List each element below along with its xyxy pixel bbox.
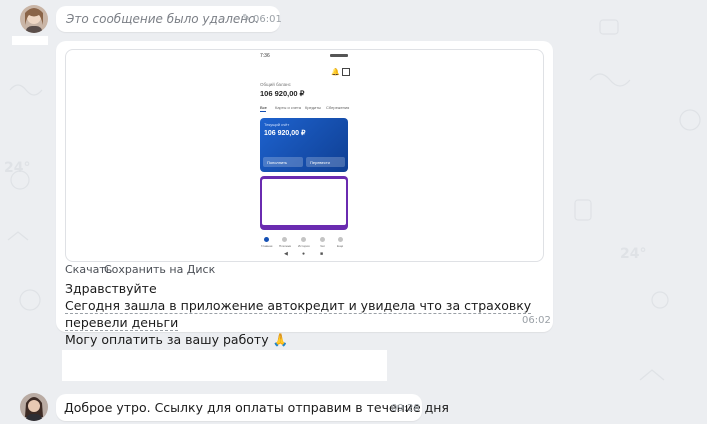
phone-status-icons [330, 54, 348, 57]
save-to-disk-link[interactable]: Сохранить на Диск [104, 263, 215, 276]
nav-back-icon: ◀ [284, 251, 288, 257]
message-text: Здравствуйте Сегодня зашла в приложение … [65, 280, 545, 348]
nav-home-circle-icon: ● [302, 251, 306, 257]
phone-card-transfer-button: Перевести [306, 157, 345, 167]
phone-tab-underline [260, 111, 266, 112]
qr-icon [342, 68, 350, 76]
phone-bottom-nav: Главная Платежи История Чат Ещё [258, 236, 352, 250]
avatar-client[interactable] [20, 5, 48, 33]
nav-payments-icon [282, 237, 287, 242]
deleted-message-bubble[interactable]: Это сообщение было удалено. ✎ 06:01 [56, 6, 282, 32]
message-line-2: Сегодня зашла в приложение автокредит и … [65, 298, 532, 330]
svg-text:24°: 24° [620, 246, 646, 262]
phone-card-label: Текущий счёт [264, 122, 290, 127]
phone-card-topup-button: Пополнить [263, 157, 303, 167]
phone-total-label: Общий баланс [260, 82, 291, 87]
phone-tab-all: Все [260, 105, 267, 110]
deleted-message-text: Это сообщение было удалено. [66, 12, 260, 26]
message-line-3: Могу оплатить за вашу работу 🙏 [65, 332, 289, 347]
phone-card-value: 106 920,00 ₽ [264, 130, 306, 137]
deleted-message-time: 06:01 [253, 14, 282, 25]
reply-message-bubble[interactable]: Доброе утро. Ссылку для оплаты отправим … [56, 394, 449, 421]
nav-home-icon [264, 237, 269, 242]
phone-tab-credits: Кредиты [305, 105, 321, 110]
phone-tab-cards: Карты и счета [275, 105, 301, 110]
attached-image-frame[interactable]: 7:36 🔔 Общий баланс 106 920,00 ₽ Все Кар… [65, 49, 544, 262]
phone-total-value: 106 920,00 ₽ [260, 89, 305, 98]
bell-icon: 🔔 [331, 69, 340, 76]
redacted-name-strip [12, 36, 48, 45]
screenshot-message-bubble[interactable]: 7:36 🔔 Общий баланс 106 920,00 ₽ Все Кар… [56, 41, 553, 347]
nav-history-icon [301, 237, 306, 242]
phone-tab-savings: Сбережения [326, 105, 350, 110]
phone-screenshot: 7:36 🔔 Общий баланс 106 920,00 ₽ Все Кар… [258, 52, 352, 258]
message-line-1: Здравствуйте [65, 281, 157, 296]
phone-system-nav: ◀ ● ■ [258, 251, 352, 257]
screenshot-message-time: 06:02 [522, 315, 551, 326]
svg-text:24°: 24° [4, 160, 30, 176]
redacted-block [62, 350, 387, 381]
pencil-icon: ✎ [242, 13, 251, 24]
nav-recents-icon: ■ [320, 251, 324, 257]
nav-chat-icon [320, 237, 325, 242]
avatar-agent[interactable] [20, 393, 48, 421]
phone-promo-banner [260, 176, 348, 230]
nav-more-icon [338, 237, 343, 242]
reply-message-time: 09:28 [391, 403, 420, 414]
phone-account-card: Текущий счёт 106 920,00 ₽ Пополнить Пере… [260, 118, 348, 172]
phone-status-time: 7:36 [260, 53, 270, 59]
